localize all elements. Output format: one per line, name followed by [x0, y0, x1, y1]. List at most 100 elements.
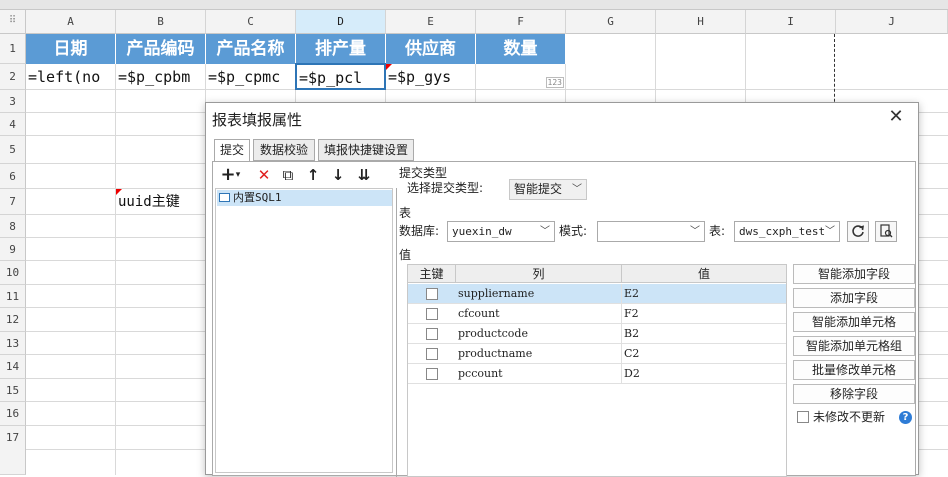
column-header-primary-key[interactable]: 主键	[408, 265, 456, 283]
row-header[interactable]: 5	[0, 136, 26, 164]
list-item[interactable]: 内置SQL1	[217, 190, 392, 206]
move-up-icon[interactable]: ↑	[302, 164, 324, 186]
close-icon[interactable]: ✕	[886, 107, 906, 127]
select-all-corner[interactable]: ⠿	[0, 10, 26, 34]
column-header-i[interactable]: I	[746, 10, 836, 34]
delete-icon[interactable]: ✕	[253, 164, 275, 186]
column-header-e[interactable]: E	[386, 10, 476, 34]
cell-b7[interactable]: uuid主键	[116, 189, 206, 215]
cell-e1[interactable]: 供应商	[386, 34, 476, 64]
database-value: yuexin_dw	[452, 225, 512, 238]
chevron-down-icon: ﹀	[572, 184, 582, 195]
table-row[interactable]: productname C2	[408, 344, 786, 364]
report-fill-properties-dialog: 报表填报属性 ✕ 提交 数据校验 填报快捷键设置 + ▾ ✕ ⧉ ↑ ↓ ⇊ 内…	[205, 102, 919, 477]
row-value[interactable]: C2	[622, 344, 786, 364]
primary-key-checkbox[interactable]	[426, 368, 438, 380]
column-header-value[interactable]: 值	[622, 265, 786, 283]
row-header[interactable]: 12	[0, 308, 26, 332]
row-header[interactable]: 3	[0, 90, 26, 113]
row-column-name[interactable]: suppliername	[456, 284, 622, 304]
row-column-name[interactable]: productname	[456, 344, 622, 364]
database-select[interactable]: yuexin_dw ﹀	[447, 221, 555, 242]
row-header[interactable]: 4	[0, 113, 26, 136]
dialog-title: 报表填报属性	[212, 111, 303, 129]
cell-c1[interactable]: 产品名称	[206, 34, 296, 64]
no-update-if-unmodified-checkbox[interactable]	[797, 411, 809, 423]
row-column-name[interactable]: productcode	[456, 324, 622, 344]
cell-f2[interactable]: 123	[476, 64, 566, 90]
row-header[interactable]: 17	[0, 426, 26, 475]
column-header-a[interactable]: A	[26, 10, 116, 34]
refresh-icon[interactable]	[847, 221, 869, 242]
row-value[interactable]: D2	[622, 364, 786, 384]
column-header-f[interactable]: F	[476, 10, 566, 34]
row-header[interactable]: 1	[0, 34, 26, 64]
row-header[interactable]: 10	[0, 261, 26, 285]
tab-data-validation[interactable]: 数据校验	[253, 139, 315, 161]
column-header-g[interactable]: G	[566, 10, 656, 34]
row-header[interactable]: 16	[0, 402, 26, 426]
column-header-d[interactable]: D	[296, 10, 386, 34]
preview-table-icon[interactable]	[875, 221, 897, 242]
row-header[interactable]: 11	[0, 285, 26, 308]
primary-key-checkbox[interactable]	[426, 328, 438, 340]
row-column-name[interactable]: cfcount	[456, 304, 622, 324]
table-row[interactable]: productcode B2	[408, 324, 786, 344]
help-icon[interactable]: ?	[899, 411, 912, 424]
submit-type-label: 选择提交类型:	[407, 181, 484, 195]
table-row[interactable]: pccount D2	[408, 364, 786, 384]
row-header[interactable]: 8	[0, 215, 26, 238]
smart-add-cell-button[interactable]: 智能添加单元格	[793, 312, 915, 332]
mode-select[interactable]: ﹀	[597, 221, 705, 242]
row-header[interactable]: 6	[0, 164, 26, 189]
column-header-column[interactable]: 列	[456, 265, 622, 283]
add-dropdown-icon[interactable]: ▾	[233, 164, 243, 186]
row-value[interactable]: F2	[622, 304, 786, 324]
row-column-name[interactable]: pccount	[456, 364, 622, 384]
cell-d2-selected[interactable]: =$p_pcl	[295, 63, 386, 90]
tab-shortcut-settings[interactable]: 填报快捷键设置	[318, 139, 414, 161]
cell-d1[interactable]: 排产量	[296, 34, 386, 64]
column-header-b[interactable]: B	[116, 10, 206, 34]
cell-c2[interactable]: =$p_cpmc	[206, 64, 296, 90]
cell-b1[interactable]: 产品编码	[116, 34, 206, 64]
remove-field-button[interactable]: 移除字段	[793, 384, 915, 404]
chevron-down-icon: ﹀	[540, 226, 550, 237]
column-header-c[interactable]: C	[206, 10, 296, 34]
table-row[interactable]: cfcount F2	[408, 304, 786, 324]
submit-list-pane: + ▾ ✕ ⧉ ↑ ↓ ⇊ 内置SQL1	[213, 162, 397, 477]
move-down-icon[interactable]: ↓	[327, 164, 349, 186]
row-value[interactable]: B2	[622, 324, 786, 344]
tab-submit[interactable]: 提交	[214, 139, 250, 162]
cell-e2[interactable]: =$p_gys	[386, 64, 476, 90]
cell-a2[interactable]: =left(no	[26, 64, 116, 90]
row-header[interactable]: 13	[0, 332, 26, 355]
copy-icon[interactable]: ⧉	[277, 164, 299, 186]
submit-list: 内置SQL1	[215, 188, 393, 473]
add-field-button[interactable]: 添加字段	[793, 288, 915, 308]
table-select[interactable]: dws_cxph_test ﹀	[734, 221, 840, 242]
submit-type-select[interactable]: 智能提交 ﹀	[509, 179, 587, 200]
primary-key-checkbox[interactable]	[426, 288, 438, 300]
primary-key-checkbox[interactable]	[426, 348, 438, 360]
cell-marker-b7	[116, 189, 122, 195]
submit-settings-pane: 提交类型 选择提交类型: 智能提交 ﹀ 表 数据库: yuexin_dw ﹀ 模…	[399, 162, 917, 477]
cell-b2[interactable]: =$p_cpbm	[116, 64, 206, 90]
smart-add-field-button[interactable]: 智能添加字段	[793, 264, 915, 284]
row-header[interactable]: 2	[0, 64, 26, 90]
cell-a1[interactable]: 日期	[26, 34, 116, 64]
column-header-h[interactable]: H	[656, 10, 746, 34]
row-header[interactable]: 7	[0, 189, 26, 215]
smart-add-cell-group-button[interactable]: 智能添加单元格组	[793, 336, 915, 356]
batch-modify-cells-button[interactable]: 批量修改单元格	[793, 360, 915, 380]
row-header[interactable]: 9	[0, 238, 26, 261]
row-value[interactable]: E2	[622, 284, 786, 304]
sort-icon[interactable]: ⇊	[353, 164, 375, 186]
table-row[interactable]: suppliername E2	[408, 284, 786, 304]
primary-key-checkbox[interactable]	[426, 308, 438, 320]
row-header[interactable]: 15	[0, 379, 26, 402]
column-header-j[interactable]: J	[836, 10, 948, 34]
row-header[interactable]: 14	[0, 355, 26, 379]
cell-f1[interactable]: 数量	[476, 34, 566, 64]
database-label: 数据库:	[399, 224, 440, 238]
